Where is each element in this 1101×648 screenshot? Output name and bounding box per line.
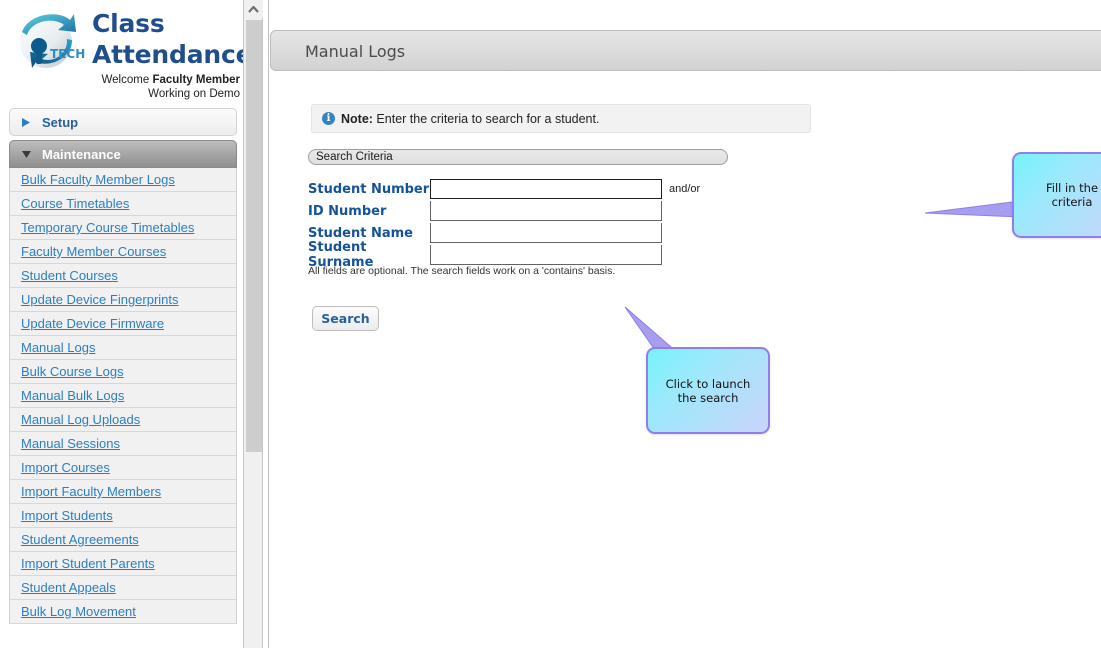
globe-arrows-logo: TECH [8,6,92,76]
sidebar-item-label[interactable]: Update Device Firmware [21,316,164,331]
brand-title: Class Attendance [92,8,243,70]
search-button[interactable]: Search [312,306,379,331]
scroll-up-button[interactable] [244,0,263,18]
sidebar-item-manual-log-uploads[interactable]: Manual Log Uploads [10,408,236,432]
sidebar-item-import-courses[interactable]: Import Courses [10,456,236,480]
chevron-right-icon [22,117,36,127]
callout-criteria-pointer [924,200,1021,218]
sidebar-item-update-device-fingerprints[interactable]: Update Device Fingerprints [10,288,236,312]
sidebar-section-maintenance[interactable]: Maintenance [9,140,237,168]
sidebar-item-label[interactable]: Manual Bulk Logs [21,388,124,403]
sidebar-item-label[interactable]: Bulk Faculty Member Logs [21,172,175,187]
main-content: Manual Logs i Note: Enter the criteria t… [270,0,1101,648]
scrollbar-thumb[interactable] [246,20,262,452]
sidebar-item-label[interactable]: Student Courses [21,268,118,283]
sidebar-item-label[interactable]: Import Courses [21,460,110,475]
brand-header: TECH Class Attendance Welcome Faculty Me… [0,0,243,108]
sidebar-item-label[interactable]: Temporary Course Timetables [21,220,194,235]
callout-click-to-search-text: Click to launch the search [665,376,751,405]
and-or-label: and/or [669,183,701,195]
callout-click-to-search: Click to launch the search [646,347,770,434]
sidebar-item-manual-sessions[interactable]: Manual Sessions [10,432,236,456]
label-student-name: Student Name [308,225,413,241]
sidebar-item-student-appeals[interactable]: Student Appeals [10,576,236,600]
sidebar-item-bulk-log-movement[interactable]: Bulk Log Movement [10,600,236,624]
brand-title-line1: Class [92,9,165,38]
welcome-user: Faculty Member [152,74,240,86]
sidebar-item-faculty-member-courses[interactable]: Faculty Member Courses [10,240,236,264]
sidebar-item-manual-logs[interactable]: Manual Logs [10,336,236,360]
sidebar-item-label[interactable]: Import Faculty Members [21,484,161,499]
sidebar-item-label[interactable]: Update Device Fingerprints [21,292,179,307]
sidebar-item-student-courses[interactable]: Student Courses [10,264,236,288]
sidebar-section-maintenance-label: Maintenance [42,146,121,162]
sidebar-item-label[interactable]: Manual Logs [21,340,95,355]
brand-title-line2: Attendance [92,40,243,69]
sidebar-section-setup[interactable]: Setup [9,108,237,136]
info-icon: i [322,112,335,125]
sidebar-item-update-device-firmware[interactable]: Update Device Firmware [10,312,236,336]
application-window: TECH Class Attendance Welcome Faculty Me… [0,0,1101,648]
sidebar-item-course-timetables[interactable]: Course Timetables [10,192,236,216]
logo-wordmark: TECH [50,47,85,61]
input-student-surname[interactable] [430,245,662,265]
sidebar-item-import-student-parents[interactable]: Import Student Parents [10,552,236,576]
input-student-name[interactable] [430,223,662,243]
chevron-up-icon [248,0,259,18]
label-id-number: ID Number [308,203,387,219]
welcome-prefix: Welcome [101,74,153,86]
sidebar-item-student-agreements[interactable]: Student Agreements [10,528,236,552]
label-student-number: Student Number [308,181,430,197]
welcome-text: Welcome Faculty Member Working on Demo [40,73,240,101]
sidebar-section-setup-label: Setup [42,114,79,130]
sidebar-menu: Bulk Faculty Member Logs Course Timetable… [9,168,237,624]
note-banner: i Note: Enter the criteria to search for… [311,104,811,133]
form-row: Student Surname [308,240,700,270]
chevron-down-icon [22,150,36,158]
sidebar-item-label[interactable]: Manual Log Uploads [21,412,140,427]
sidebar-item-label[interactable]: Faculty Member Courses [21,244,166,259]
sidebar-item-label[interactable]: Bulk Log Movement [21,604,136,619]
input-student-number[interactable] [430,179,662,199]
sidebar-divider [264,0,269,648]
sidebar-item-label[interactable]: Course Timetables [21,196,129,211]
sidebar-item-import-faculty-members[interactable]: Import Faculty Members [10,480,236,504]
page-title-bar: Manual Logs [270,30,1101,71]
note-body: Enter the criteria to search for a stude… [372,111,600,126]
form-row: ID Number [308,200,700,222]
sidebar-item-temporary-course-timetables[interactable]: Temporary Course Timetables [10,216,236,240]
sidebar: TECH Class Attendance Welcome Faculty Me… [0,0,243,648]
sidebar-item-bulk-faculty-member-logs[interactable]: Bulk Faculty Member Logs [10,168,236,192]
callout-fill-in-criteria: Fill in the criteria [1012,152,1101,238]
form-hint: All fields are optional. The search fiel… [308,265,616,277]
sidebar-item-label[interactable]: Import Students [21,508,113,523]
form-row: Student Number and/or [308,178,700,200]
callout-fill-in-criteria-text: Fill in the criteria [1045,181,1099,209]
search-criteria-legend: Search Criteria [308,149,728,165]
sidebar-item-label[interactable]: Student Agreements [21,532,139,547]
note-text: Note: Enter the criteria to search for a… [341,112,599,126]
input-id-number[interactable] [430,201,662,221]
sidebar-scrollbar[interactable] [243,0,263,648]
sidebar-item-manual-bulk-logs[interactable]: Manual Bulk Logs [10,384,236,408]
working-on-text: Working on Demo [148,88,240,100]
note-label: Note: [341,111,373,126]
search-criteria-form: Student Number and/or ID Number Student Nam… [308,178,700,270]
sidebar-item-label[interactable]: Manual Sessions [21,436,120,451]
sidebar-item-label[interactable]: Import Student Parents [21,556,155,571]
sidebar-item-label[interactable]: Student Appeals [21,580,116,595]
page-title: Manual Logs [305,42,406,61]
sidebar-item-label[interactable]: Bulk Course Logs [21,364,124,379]
sidebar-item-import-students[interactable]: Import Students [10,504,236,528]
sidebar-item-bulk-course-logs[interactable]: Bulk Course Logs [10,360,236,384]
